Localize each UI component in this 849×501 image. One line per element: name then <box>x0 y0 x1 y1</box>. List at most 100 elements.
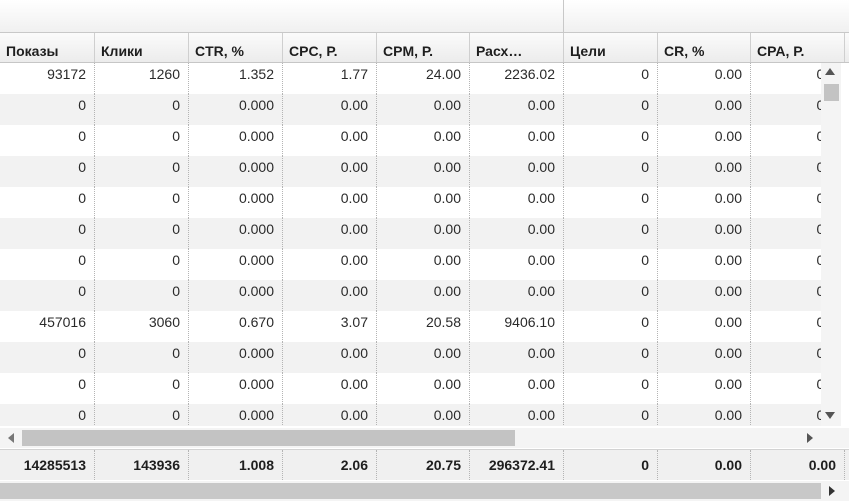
outer-horizontal-scroll-thumb[interactable] <box>0 483 821 499</box>
cell-cpc: 0.00 <box>283 373 377 404</box>
cell-expense: 0.00 <box>470 125 564 156</box>
cell-cpa: 0.0 <box>751 63 821 94</box>
cell-expense: 0.00 <box>470 218 564 249</box>
cell-expense: 0.00 <box>470 373 564 404</box>
column-header-goals[interactable]: Цели <box>564 33 658 62</box>
table-row[interactable]: 9317212601.3521.7724.002236.0200.000.0 <box>0 63 821 94</box>
cell-cpm: 0.00 <box>377 187 470 218</box>
chevron-left-icon[interactable] <box>8 433 14 443</box>
table-row[interactable]: 45701630600.6703.0720.589406.1000.000.0 <box>0 311 821 342</box>
cell-cpa: 0.0 <box>751 373 821 404</box>
cell-cpa: 0.0 <box>751 94 821 125</box>
chevron-right-icon[interactable] <box>829 486 835 496</box>
cell-goals: 0 <box>564 280 658 311</box>
cell-cr: 0.00 <box>658 94 751 125</box>
cell-cpc: 0.00 <box>283 342 377 373</box>
column-header-cpc[interactable]: CPC, Р. <box>283 33 377 62</box>
outer-horizontal-scrollbar[interactable] <box>0 481 849 501</box>
cell-shows: 0 <box>0 125 95 156</box>
column-header-expense[interactable]: Расх… <box>470 33 564 62</box>
total-expense: 296372.41 <box>470 450 564 480</box>
cell-expense: 0.00 <box>470 94 564 125</box>
total-clicks: 143936 <box>95 450 189 480</box>
cell-cr: 0.00 <box>658 187 751 218</box>
cell-cpa: 0.0 <box>751 311 821 342</box>
cell-clicks: 0 <box>95 373 189 404</box>
cell-shows: 93172 <box>0 63 95 94</box>
cell-ctr: 0.000 <box>189 342 283 373</box>
column-header-cr[interactable]: CR, % <box>658 33 751 62</box>
table-row[interactable]: 000.0000.000.000.0000.000.0 <box>0 342 821 373</box>
cell-expense: 0.00 <box>470 156 564 187</box>
cell-expense: 0.00 <box>470 187 564 218</box>
cell-shows: 0 <box>0 218 95 249</box>
table-row[interactable]: 000.0000.000.000.0000.000.0 <box>0 125 821 156</box>
cell-expense: 2236.02 <box>470 63 564 94</box>
cell-shows: 0 <box>0 342 95 373</box>
column-header-cpa[interactable]: CPA, Р. <box>751 33 845 62</box>
cell-cpa: 0.0 <box>751 218 821 249</box>
table-row[interactable]: 000.0000.000.000.0000.000.0 <box>0 373 821 404</box>
table-row[interactable]: 000.0000.000.000.0000.000.0 <box>0 280 821 311</box>
table-row[interactable]: 000.0000.000.000.0000.000.0 <box>0 218 821 249</box>
cell-ctr: 0.000 <box>189 218 283 249</box>
cell-ctr: 0.000 <box>189 156 283 187</box>
cell-cr: 0.00 <box>658 373 751 404</box>
cell-cpc: 0.00 <box>283 249 377 280</box>
cell-shows: 0 <box>0 94 95 125</box>
column-group-header <box>0 0 849 33</box>
total-goals: 0 <box>564 450 658 480</box>
totals-row: 14285513 143936 1.008 2.06 20.75 296372.41 0 0.… <box>0 449 849 480</box>
cell-cr: 0.00 <box>658 280 751 311</box>
column-header-shows[interactable]: Показы <box>0 33 95 62</box>
cell-cr: 0.00 <box>658 156 751 187</box>
cell-cpa: 0.0 <box>751 156 821 187</box>
cell-goals: 0 <box>564 125 658 156</box>
cell-ctr: 0.000 <box>189 249 283 280</box>
cell-cpc: 0.00 <box>283 125 377 156</box>
cell-goals: 0 <box>564 311 658 342</box>
cell-clicks: 0 <box>95 218 189 249</box>
cell-cpm: 24.00 <box>377 63 470 94</box>
cell-cpc: 0.00 <box>283 280 377 311</box>
table-row[interactable]: 000.0000.000.000.0000.000.0 <box>0 187 821 218</box>
group-divider <box>563 0 564 32</box>
horizontal-scroll-thumb[interactable] <box>22 430 515 446</box>
column-header-ctr[interactable]: CTR, % <box>189 33 283 62</box>
column-header-cpm[interactable]: CPM, Р. <box>377 33 470 62</box>
cell-expense: 9406.10 <box>470 311 564 342</box>
cell-cpm: 0.00 <box>377 125 470 156</box>
cell-cr: 0.00 <box>658 404 751 426</box>
cell-cpc: 0.00 <box>283 156 377 187</box>
table-row[interactable]: 000.0000.000.000.0000.000.0 <box>0 249 821 280</box>
table-row[interactable]: 000.0000.000.000.0000.000.0 <box>0 94 821 125</box>
cell-cr: 0.00 <box>658 342 751 373</box>
cell-ctr: 0.000 <box>189 404 283 426</box>
cell-ctr: 0.000 <box>189 125 283 156</box>
scrollbar-corner <box>821 428 849 448</box>
cell-cpc: 3.07 <box>283 311 377 342</box>
table-row[interactable]: 000.0000.000.000.0000.000.0 <box>0 156 821 187</box>
chevron-up-icon[interactable] <box>825 68 835 75</box>
total-cpc: 2.06 <box>283 450 377 480</box>
cell-cpa: 0.0 <box>751 280 821 311</box>
chevron-right-icon[interactable] <box>807 433 813 443</box>
cell-cpm: 0.00 <box>377 280 470 311</box>
cell-goals: 0 <box>564 218 658 249</box>
chevron-down-icon[interactable] <box>825 412 835 419</box>
cell-ctr: 0.000 <box>189 373 283 404</box>
cell-shows: 0 <box>0 373 95 404</box>
cell-goals: 0 <box>564 249 658 280</box>
horizontal-scrollbar[interactable] <box>0 428 821 448</box>
cell-expense: 0.00 <box>470 249 564 280</box>
total-cpa: 0.00 <box>751 450 845 480</box>
cell-cpm: 0.00 <box>377 156 470 187</box>
cell-cpa: 0.0 <box>751 249 821 280</box>
vertical-scrollbar[interactable] <box>821 63 841 426</box>
vertical-scroll-thumb[interactable] <box>824 84 839 101</box>
column-header-clicks[interactable]: Клики <box>95 33 189 62</box>
cell-clicks: 0 <box>95 94 189 125</box>
cell-clicks: 0 <box>95 404 189 426</box>
total-cr: 0.00 <box>658 450 751 480</box>
table-row[interactable]: 000.0000.000.000.0000.000.0 <box>0 404 821 426</box>
